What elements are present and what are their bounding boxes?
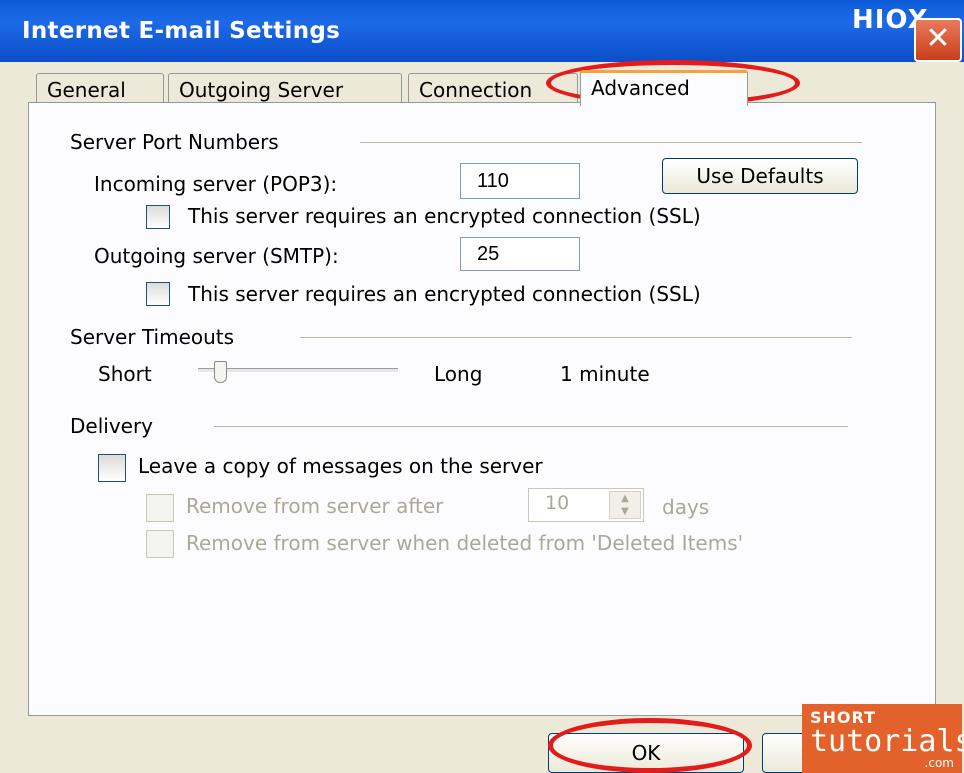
days-label: days [662,495,710,519]
timeout-value: 1 minute [560,362,650,386]
delivery-divider [214,426,848,427]
remove-after-days-value: 10 [545,492,570,514]
short-tutorials-watermark: SHORT tutorials .com [802,704,964,773]
timeouts-divider [300,337,852,338]
timeouts-heading: Server Timeouts [70,325,235,349]
spinner-down-icon[interactable]: ▼ [610,505,640,518]
tab-strip: General Outgoing Server Connection Advan… [36,70,956,106]
window-title: Internet E-mail Settings [22,18,341,44]
slider-short-label: Short [98,362,152,386]
ok-button[interactable]: OK [548,733,744,773]
tab-general[interactable]: General [36,73,164,105]
outgoing-port-input[interactable] [460,237,580,271]
port-numbers-heading: Server Port Numbers [70,130,279,154]
title-bar: Internet E-mail Settings HIOX ✕ [0,0,964,62]
outgoing-server-label: Outgoing server (SMTP): [94,244,339,268]
incoming-ssl-checkbox[interactable] [146,205,170,229]
watermark-line-3: .com [924,756,954,770]
remove-after-label: Remove from server after [186,494,444,518]
remove-deleted-label: Remove from server when deleted from 'De… [186,531,744,555]
remove-deleted-checkbox[interactable] [146,530,174,558]
tab-outgoing-server[interactable]: Outgoing Server [168,73,402,105]
incoming-port-input[interactable] [460,163,580,199]
incoming-ssl-label: This server requires an encrypted connec… [188,204,701,228]
remove-after-checkbox[interactable] [146,494,174,522]
spinner-up-icon[interactable]: ▲ [610,492,640,505]
remove-after-days-spinner[interactable]: 10 ▲ ▼ [528,488,644,522]
spinner-arrows[interactable]: ▲ ▼ [609,491,641,519]
outgoing-ssl-checkbox[interactable] [146,282,170,306]
tab-connection[interactable]: Connection [408,73,578,105]
close-button[interactable]: ✕ [914,18,962,62]
incoming-server-label: Incoming server (POP3): [94,172,338,196]
use-defaults-button[interactable]: Use Defaults [662,158,858,194]
watermark-line-2: tutorials [810,724,964,759]
tab-advanced[interactable]: Advanced [580,70,748,106]
timeout-slider-thumb[interactable] [214,361,227,383]
slider-long-label: Long [434,362,483,386]
delivery-heading: Delivery [70,414,154,438]
port-numbers-divider [360,142,862,143]
timeout-slider-track[interactable] [198,368,398,373]
leave-copy-label: Leave a copy of messages on the server [138,454,543,478]
outgoing-ssl-label: This server requires an encrypted connec… [188,282,701,306]
leave-copy-checkbox[interactable] [98,454,126,482]
